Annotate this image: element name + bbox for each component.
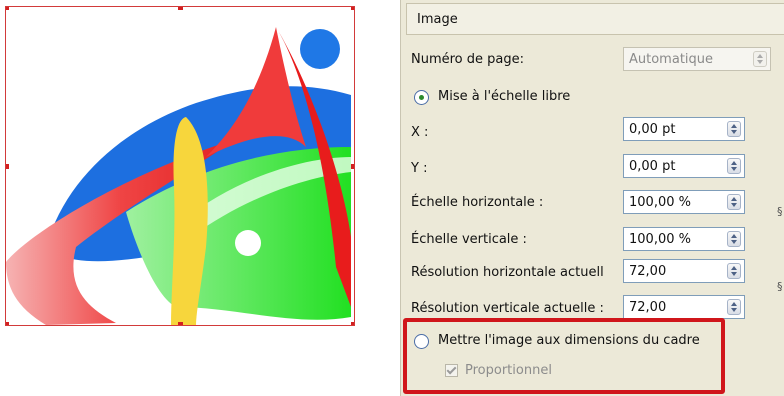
horizontal-resolution-value: 72,00 — [629, 264, 667, 279]
vertical-resolution-field[interactable]: 72,00 — [623, 295, 745, 319]
vertical-resolution-label: Résolution verticale actuelle : — [411, 301, 604, 316]
x-label: X : — [411, 125, 429, 140]
section-title: Image — [417, 12, 458, 27]
resize-handle-bottom-middle[interactable] — [178, 322, 183, 325]
free-scaling-radio[interactable] — [414, 90, 429, 105]
spinner-arrows-icon[interactable] — [727, 231, 741, 247]
link-resolution-icon[interactable]: § — [777, 280, 783, 293]
proportional-label: Proportionnel — [465, 363, 552, 378]
fit-to-frame-label[interactable]: Mettre l'image aux dimensions du cadre — [438, 333, 700, 348]
horizontal-scale-value: 100,00 % — [629, 195, 691, 210]
link-scale-icon[interactable]: § — [777, 205, 783, 218]
vertical-scale-value: 100,00 % — [629, 232, 691, 247]
spinner-arrows-icon — [753, 51, 767, 67]
free-scaling-label[interactable]: Mise à l'échelle libre — [438, 89, 570, 104]
horizontal-resolution-field[interactable]: 72,00 — [623, 259, 745, 283]
spinner-arrows-icon[interactable] — [727, 299, 741, 315]
page-number-label: Numéro de page: — [411, 52, 525, 67]
resize-handle-bottom-right[interactable] — [351, 322, 354, 325]
horizontal-scale-field[interactable]: 100,00 % — [623, 190, 745, 214]
image-section-header[interactable]: Image — [406, 3, 784, 35]
vertical-resolution-value: 72,00 — [629, 300, 667, 315]
resize-handle-top-right[interactable] — [351, 7, 354, 10]
resize-handle-top-left[interactable] — [6, 7, 9, 10]
resize-handle-top-middle[interactable] — [178, 7, 183, 10]
horizontal-resolution-label: Résolution horizontale actuell — [411, 265, 604, 280]
horizontal-scale-label: Échelle horizontale : — [411, 195, 544, 210]
y-position-value: 0,00 pt — [629, 159, 676, 174]
vertical-scale-field[interactable]: 100,00 % — [623, 227, 745, 251]
abstract-artwork-image — [6, 27, 351, 325]
vertical-scale-label: Échelle verticale : — [411, 232, 527, 247]
resize-handle-bottom-left[interactable] — [6, 322, 9, 325]
y-position-field[interactable]: 0,00 pt — [623, 154, 745, 178]
proportional-checkbox[interactable] — [445, 364, 458, 377]
spinner-arrows-icon[interactable] — [727, 158, 741, 174]
image-frame[interactable] — [5, 6, 355, 326]
page-number-field: Automatique — [623, 47, 771, 71]
spinner-arrows-icon[interactable] — [727, 121, 741, 137]
image-properties-panel: Image Numéro de page: Automatique Mise à… — [400, 0, 784, 396]
page-number-value: Automatique — [629, 52, 714, 67]
y-label: Y : — [411, 161, 428, 176]
x-position-field[interactable]: 0,00 pt — [623, 117, 745, 141]
spinner-arrows-icon[interactable] — [727, 194, 741, 210]
spinner-arrows-icon[interactable] — [727, 263, 741, 279]
fit-to-frame-radio[interactable] — [414, 334, 429, 349]
resize-handle-middle-right[interactable] — [351, 164, 354, 169]
resize-handle-middle-left[interactable] — [6, 164, 9, 169]
highlight-box — [403, 318, 725, 394]
x-position-value: 0,00 pt — [629, 122, 676, 137]
